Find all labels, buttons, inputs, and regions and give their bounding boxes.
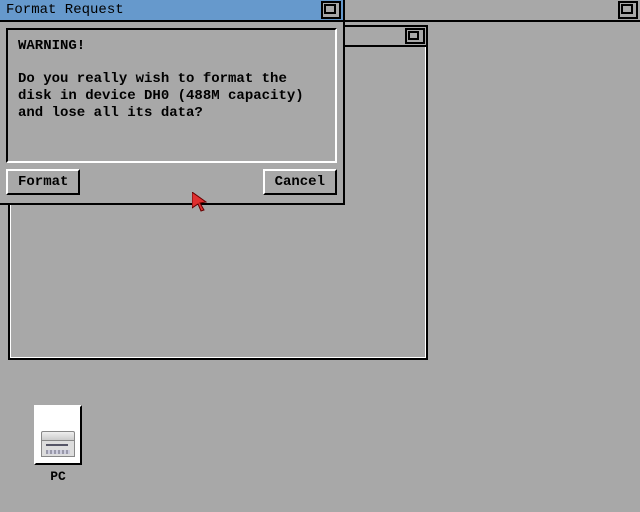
warning-message: Do you really wish to format the disk in… (18, 71, 325, 122)
cancel-button[interactable]: Cancel (263, 169, 337, 195)
warning-label: WARNING! (18, 38, 325, 55)
zoom-gadget-icon[interactable] (405, 28, 425, 44)
zoom-gadget-icon[interactable] (321, 1, 341, 19)
zoom-gadget-icon[interactable] (618, 1, 638, 19)
dialog-title: Format Request (6, 2, 124, 18)
drive-icon (34, 405, 82, 465)
desktop-icon-pc[interactable]: PC (30, 405, 86, 484)
dialog-button-row: Format Cancel (6, 169, 337, 197)
desktop-icon-label: PC (30, 469, 86, 484)
format-request-dialog: Format Request WARNING! Do you really wi… (0, 0, 345, 205)
dialog-content: WARNING! Do you really wish to format th… (6, 28, 337, 163)
format-button[interactable]: Format (6, 169, 80, 195)
dialog-titlebar[interactable]: Format Request (0, 0, 343, 22)
